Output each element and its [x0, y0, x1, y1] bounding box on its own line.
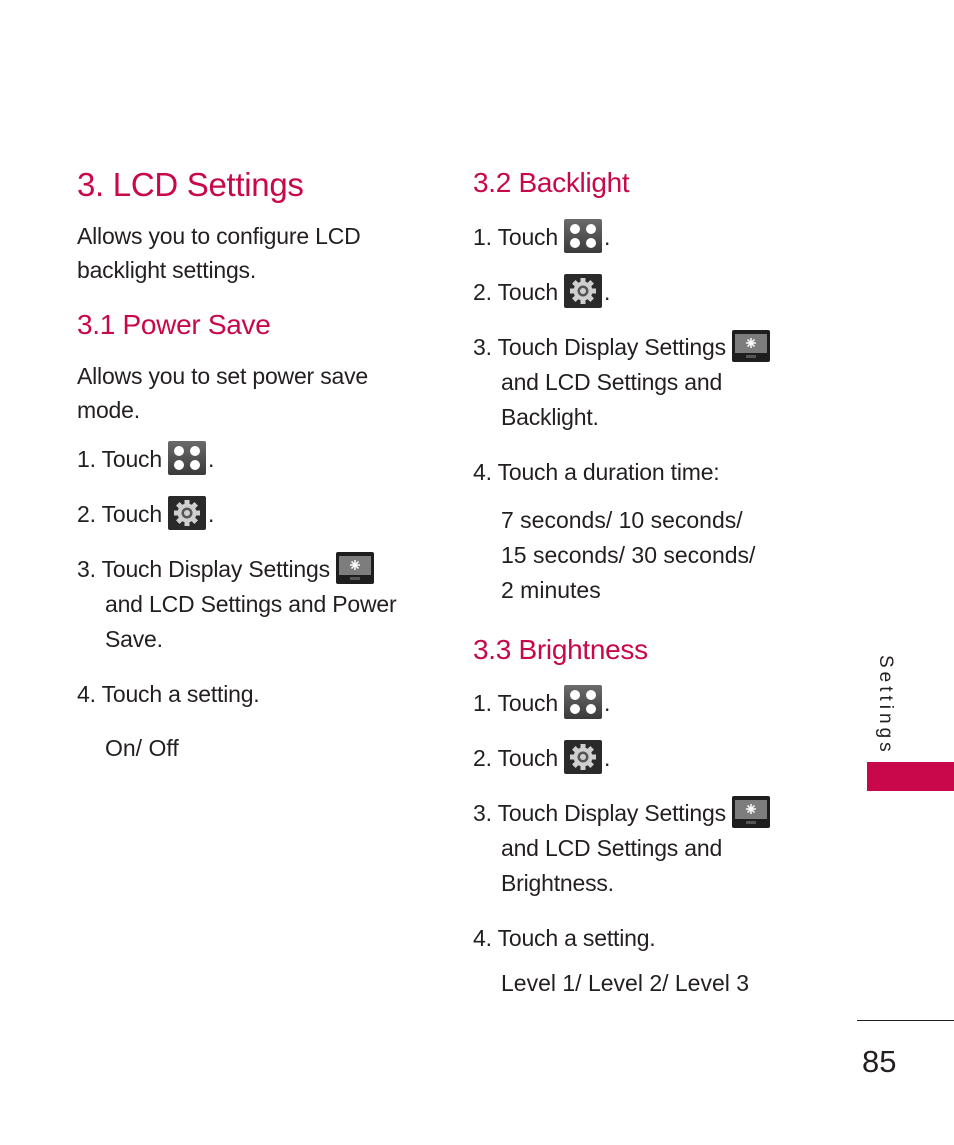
menu-grid-icon: [563, 218, 602, 253]
step-number: 4.: [77, 681, 96, 707]
step-text: Touch: [497, 690, 559, 716]
backlight-step-4: 4. Touch a duration time:: [473, 455, 720, 490]
side-tab-text: Settings: [875, 655, 896, 756]
step-text: Touch: [101, 446, 163, 472]
section-heading-brightness: 3.3 Brightness: [473, 634, 648, 665]
step-text: Touch: [497, 800, 559, 826]
footer-rule: [857, 1020, 954, 1021]
step-number: 3.: [473, 334, 492, 360]
step-text: Touch: [101, 501, 163, 527]
desc-line-2: mode.: [77, 397, 140, 423]
backlight-options: 7 seconds/ 10 seconds/ 15 seconds/ 30 se…: [501, 503, 755, 608]
step-number: 4.: [473, 925, 492, 951]
options-line-3: 2 minutes: [501, 577, 601, 603]
step-period: .: [603, 690, 611, 716]
brightness-options: Level 1/ Level 2/ Level 3: [501, 970, 750, 996]
step-period: .: [603, 224, 611, 250]
settings-gear-icon: [167, 495, 206, 530]
section-heading-power-save: 3.1 Power Save: [77, 309, 271, 340]
menu-path-backlight: Backlight: [501, 404, 593, 430]
menu-path-brightness: Brightness: [501, 870, 608, 896]
menu-path-display-settings: Display Settings: [168, 556, 330, 582]
connector-and: and: [684, 835, 723, 861]
options-line-1: 7 seconds/ 10 seconds/: [501, 507, 743, 533]
connector-and: and: [501, 369, 539, 395]
power-save-step-1: 1. Touch.: [77, 440, 215, 478]
backlight-step-1: 1. Touch.: [473, 218, 611, 256]
brightness-step-3: 3. Touch Display Settings and LCD Settin…: [473, 795, 813, 901]
step-period: .: [603, 279, 611, 305]
intro-line-2: backlight settings.: [77, 257, 257, 283]
menu-path-display-settings: Display Settings: [564, 800, 726, 826]
step-text: Touch: [497, 279, 559, 305]
display-settings-icon: [731, 329, 770, 362]
step-text: Touch a duration time:: [497, 459, 720, 485]
settings-gear-icon: [563, 273, 602, 308]
step-period: .: [592, 404, 599, 430]
power-save-description: Allows you to set power save mode.: [77, 359, 368, 427]
section-heading-backlight: 3.2 Backlight: [473, 167, 630, 198]
backlight-step-2: 2. Touch.: [473, 273, 611, 311]
step-text: Touch: [497, 224, 559, 250]
options-line-2: 15 seconds/ 30 seconds/: [501, 542, 756, 568]
menu-path-power-save: Power: [332, 591, 397, 617]
step-text: Touch a setting.: [101, 681, 260, 707]
step-text: Touch a setting.: [497, 925, 656, 951]
brightness-step-4: 4. Touch a setting.: [473, 921, 656, 956]
step-number: 1.: [473, 690, 492, 716]
menu-grid-icon: [167, 440, 206, 475]
desc-line-1: Allows you to set power save: [77, 363, 368, 389]
brightness-step-1: 1. Touch.: [473, 684, 611, 722]
settings-gear-icon: [563, 739, 602, 774]
menu-path-lcd-settings: LCD Settings: [544, 835, 679, 861]
step-text: Touch: [497, 745, 559, 771]
side-tab-label: Settings: [872, 655, 902, 756]
page-title: 3. LCD Settings: [77, 166, 304, 203]
step-period: .: [607, 870, 614, 896]
power-save-step-3: 3. Touch Display Settings and LCD Settin…: [77, 551, 417, 657]
connector-and: and: [684, 369, 723, 395]
step-number: 3.: [77, 556, 96, 582]
menu-grid-icon: [563, 684, 602, 719]
step-number: 2.: [473, 279, 492, 305]
backlight-step-3: 3. Touch Display Settings and LCD Settin…: [473, 329, 813, 435]
power-save-options: On/ Off: [105, 735, 179, 761]
menu-path-lcd-settings: LCD Settings: [544, 369, 679, 395]
connector-and: and: [501, 835, 539, 861]
display-settings-icon: [731, 795, 770, 828]
display-settings-icon: [335, 551, 374, 584]
brightness-step-2: 2. Touch.: [473, 739, 611, 777]
step-number: 4.: [473, 459, 492, 485]
menu-path-power-save-cont: Save: [105, 626, 157, 652]
menu-path-display-settings: Display Settings: [564, 334, 726, 360]
intro-line-1: Allows you to configure LCD: [77, 223, 361, 249]
step-number: 1.: [473, 224, 492, 250]
step-number: 2.: [77, 501, 96, 527]
step-text: Touch: [101, 556, 163, 582]
connector-and: and: [105, 591, 143, 617]
power-save-step-4: 4. Touch a setting.: [77, 677, 260, 712]
connector-and: and: [288, 591, 327, 617]
step-period: .: [207, 501, 215, 527]
page-number: 85: [862, 1044, 897, 1079]
intro-text: Allows you to configure LCD backlight se…: [77, 219, 361, 287]
menu-path-lcd-settings: LCD Settings: [148, 591, 283, 617]
step-number: 2.: [473, 745, 492, 771]
power-save-step-2: 2. Touch.: [77, 495, 215, 533]
step-number: 3.: [473, 800, 492, 826]
step-number: 1.: [77, 446, 96, 472]
step-period: .: [156, 626, 163, 652]
step-period: .: [207, 446, 215, 472]
step-text: Touch: [497, 334, 559, 360]
side-tab-marker: [867, 762, 954, 791]
step-period: .: [603, 745, 611, 771]
